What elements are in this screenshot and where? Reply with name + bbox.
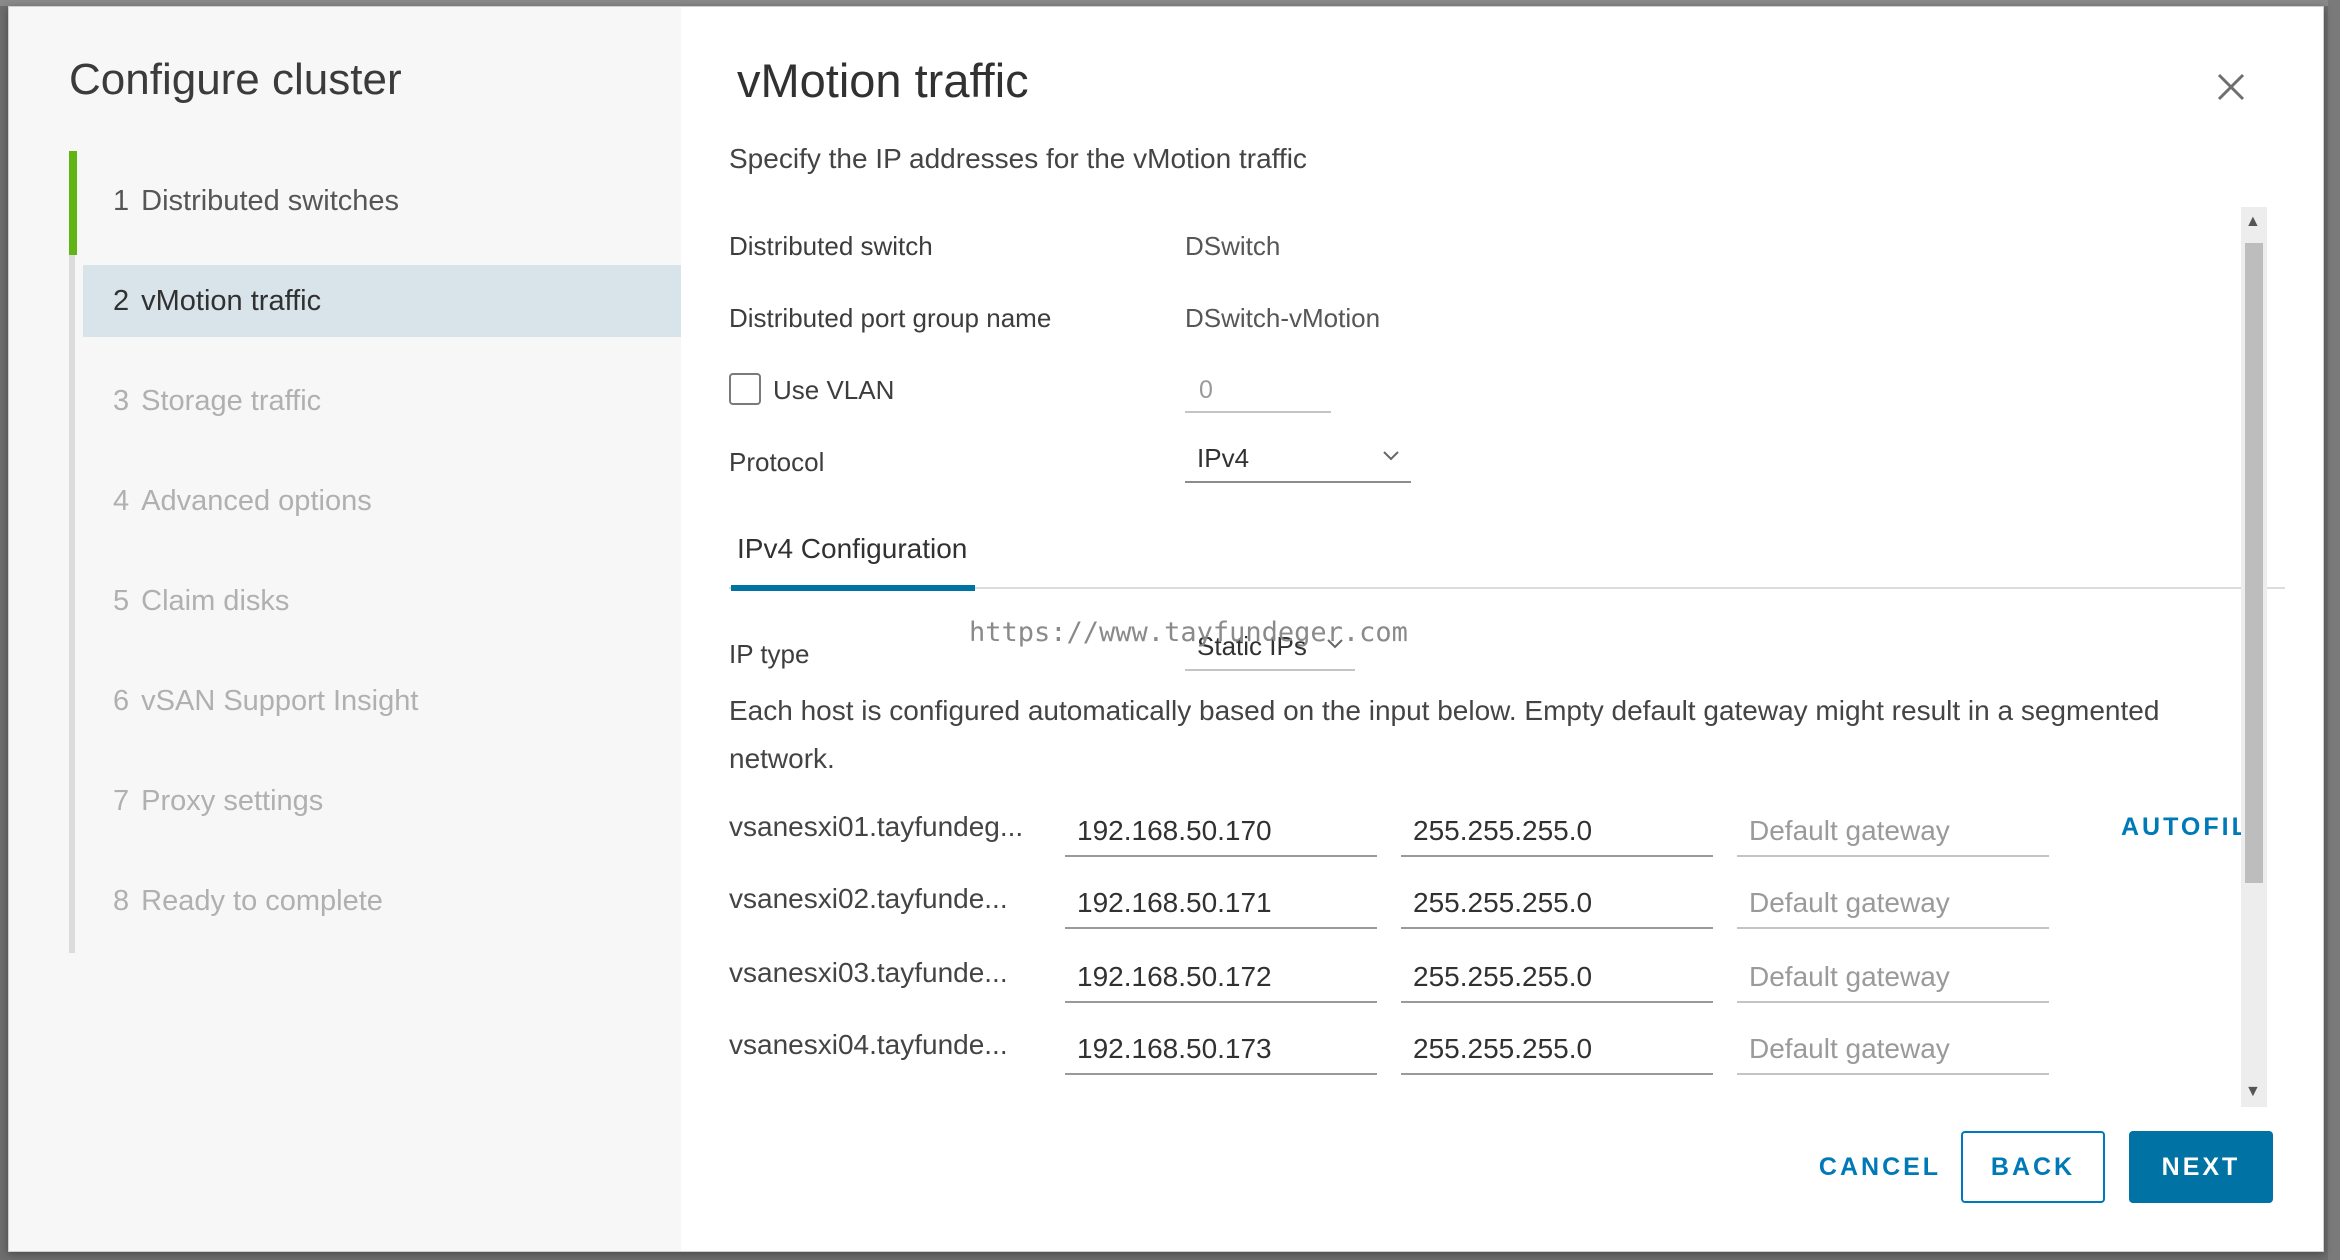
- step-label: Storage traffic: [141, 384, 322, 417]
- ip-address-input[interactable]: [1065, 1025, 1377, 1075]
- form-scrollbar[interactable]: ▲ ▼: [2241, 207, 2267, 1107]
- default-gateway-input[interactable]: [1737, 1025, 2049, 1075]
- help-text: Each host is configured automatically ba…: [729, 695, 2160, 774]
- port-group-value: DSwitch-vMotion: [1185, 303, 1381, 333]
- step-number: 3: [113, 384, 130, 417]
- step-track: [69, 151, 75, 953]
- default-gateway-input[interactable]: [1737, 807, 2049, 857]
- vlan-id-input[interactable]: [1185, 369, 1331, 413]
- background-window-edge: [2328, 0, 2340, 1260]
- scrollbar-thumb[interactable]: [2245, 243, 2263, 883]
- step-label: vSAN Support Insight: [141, 684, 419, 717]
- subnet-mask-input[interactable]: [1401, 953, 1713, 1003]
- step-distributed-switches[interactable]: 1 Distributed switches: [83, 151, 681, 251]
- step-number: 7: [113, 784, 130, 817]
- step-vsan-support-insight[interactable]: 6 vSAN Support Insight: [83, 651, 681, 751]
- step-claim-disks[interactable]: 5 Claim disks: [83, 551, 681, 651]
- host-row: vsanesxi02.tayfunde...: [729, 879, 2285, 929]
- distributed-switch-value: DSwitch: [1185, 231, 1281, 261]
- host-name: vsanesxi03.tayfunde...: [729, 957, 1008, 988]
- step-label: Proxy settings: [141, 784, 324, 817]
- step-number: 6: [113, 684, 130, 717]
- step-number: 8: [113, 884, 130, 917]
- watermark-text: https://www.tayfundeger.com: [969, 617, 1408, 648]
- protocol-selected-value: IPv4: [1197, 442, 1250, 473]
- ip-type-label: IP type: [729, 639, 810, 669]
- configure-cluster-dialog: Configure cluster 1 Distributed switches…: [8, 6, 2324, 1252]
- host-name: vsanesxi02.tayfunde...: [729, 883, 1008, 914]
- distributed-switch-label: Distributed switch: [729, 231, 933, 261]
- close-icon[interactable]: [2209, 65, 2253, 109]
- subnet-mask-input[interactable]: [1401, 879, 1713, 929]
- step-storage-traffic[interactable]: 3 Storage traffic: [83, 351, 681, 451]
- active-tab-underline: [731, 585, 976, 591]
- config-tabs: IPv4 Configuration: [729, 533, 2285, 591]
- default-gateway-input[interactable]: [1737, 879, 2049, 929]
- tab-ipv4-configuration[interactable]: IPv4 Configuration: [729, 533, 976, 591]
- subnet-mask-input[interactable]: [1401, 1025, 1713, 1075]
- wizard-steps: 1 Distributed switches 2 vMotion traffic…: [83, 151, 681, 951]
- subnet-mask-input[interactable]: [1401, 807, 1713, 857]
- step-label: Claim disks: [141, 584, 290, 617]
- port-group-label: Distributed port group name: [729, 303, 1052, 333]
- step-ready-to-complete[interactable]: 8 Ready to complete: [83, 851, 681, 951]
- step-number: 5: [113, 584, 130, 617]
- wizard-title: Configure cluster: [69, 55, 402, 104]
- host-row: vsanesxi04.tayfunde...: [729, 1025, 2285, 1075]
- step-label: Advanced options: [141, 484, 372, 517]
- next-button[interactable]: NEXT: [2129, 1131, 2273, 1203]
- form-scroll-area: Distributed switch DSwitch Distributed p…: [729, 203, 2285, 1113]
- cancel-button[interactable]: CANCEL: [1783, 1131, 1977, 1203]
- ip-address-input[interactable]: [1065, 953, 1377, 1003]
- scroll-up-icon[interactable]: ▲: [2245, 213, 2261, 231]
- step-advanced-options[interactable]: 4 Advanced options: [83, 451, 681, 551]
- use-vlan-checkbox[interactable]: [729, 373, 761, 405]
- step-complete-indicator: [69, 151, 77, 255]
- scroll-down-icon[interactable]: ▼: [2245, 1083, 2261, 1101]
- default-gateway-input[interactable]: [1737, 953, 2049, 1003]
- step-number: 4: [113, 484, 130, 517]
- page-title: vMotion traffic: [737, 54, 1029, 107]
- step-number: 1: [113, 184, 130, 217]
- page-subtitle: Specify the IP addresses for the vMotion…: [729, 143, 1307, 174]
- wizard-content: vMotion traffic Specify the IP addresses…: [681, 7, 2325, 1251]
- wizard-nav: Configure cluster 1 Distributed switches…: [9, 7, 681, 1251]
- step-label: Distributed switches: [141, 184, 400, 217]
- host-row: vsanesxi03.tayfunde...: [729, 953, 2285, 1003]
- step-number: 2: [113, 284, 130, 317]
- step-vmotion-traffic[interactable]: 2 vMotion traffic: [83, 265, 681, 337]
- step-label: Ready to complete: [141, 884, 383, 917]
- ip-address-input[interactable]: [1065, 807, 1377, 857]
- ip-address-input[interactable]: [1065, 879, 1377, 929]
- use-vlan-label: Use VLAN: [773, 375, 895, 405]
- tab-label: IPv4 Configuration: [737, 533, 968, 564]
- chevron-down-icon: [1383, 451, 1399, 461]
- step-label: vMotion traffic: [141, 284, 322, 317]
- step-proxy-settings[interactable]: 7 Proxy settings: [83, 751, 681, 851]
- host-name: vsanesxi04.tayfunde...: [729, 1029, 1008, 1060]
- protocol-select[interactable]: IPv4: [1185, 435, 1411, 483]
- back-button[interactable]: BACK: [1961, 1131, 2105, 1203]
- host-name: vsanesxi01.tayfundeg...: [729, 811, 1024, 842]
- host-row: vsanesxi01.tayfundeg... AUTOFILL: [729, 807, 2285, 857]
- protocol-label: Protocol: [729, 447, 825, 477]
